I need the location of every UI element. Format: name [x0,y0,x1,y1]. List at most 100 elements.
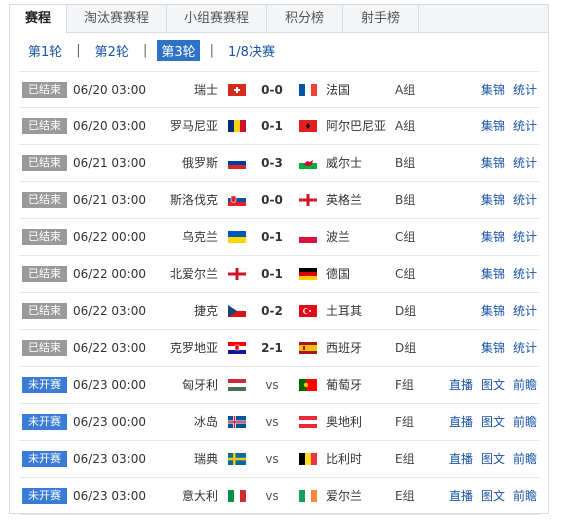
round-of-16-link[interactable]: 1/8决赛 [224,40,279,61]
group-label: D组 [395,304,417,318]
match-row: 已结束 06/22 00:00 北爱尔兰 0-1 德国 C组 集锦 统计 [19,256,539,293]
preview-link[interactable]: 前瞻 [513,489,537,503]
stats-link[interactable]: 统计 [513,341,537,355]
wales-flag-icon [299,157,317,169]
match-row: 未开赛 06/23 03:00 意大利 vs 爱尔兰 E组 直播 图文 前瞻 [19,478,539,515]
iceland-flag-icon [228,416,246,428]
match-score: 2-1 [261,341,283,355]
status-badge: 未开赛 [22,414,67,430]
match-row: 已结束 06/20 03:00 瑞士 0-0 法国 A组 集锦 统计 [19,71,539,108]
match-time: 06/23 03:00 [73,452,146,466]
match-links: 直播 图文 前瞻 [441,478,537,514]
text-live-link[interactable]: 图文 [481,452,505,466]
stats-link[interactable]: 统计 [513,193,537,207]
live-link[interactable]: 直播 [449,378,473,392]
highlights-link[interactable]: 集锦 [481,304,505,318]
round-selector: 第1轮 | 第2轮 | 第3轮 | 1/8决赛 [10,33,548,67]
italy-flag-icon [228,490,246,502]
group-label: A组 [395,119,416,133]
highlights-link[interactable]: 集锦 [481,267,505,281]
status-badge: 已结束 [22,303,67,319]
group-label: E组 [395,452,415,466]
round-1-link[interactable]: 第1轮 [24,40,66,61]
away-team: 英格兰 [326,193,363,207]
tab-bar: 赛程 淘汰赛赛程 小组赛赛程 积分榜 射手榜 [10,5,548,34]
status-badge: 已结束 [22,118,67,134]
round-2-link[interactable]: 第2轮 [91,40,133,61]
croatia-flag-icon [228,342,246,354]
match-links: 集锦 统计 [473,256,537,292]
group-label: F组 [395,415,414,429]
status-badge: 已结束 [22,229,67,245]
status-badge: 已结束 [22,340,67,356]
match-time: 06/23 03:00 [73,489,146,503]
stats-link[interactable]: 统计 [513,156,537,170]
stats-link[interactable]: 统计 [513,119,537,133]
text-live-link[interactable]: 图文 [481,489,505,503]
text-live-link[interactable]: 图文 [481,415,505,429]
match-links: 集锦 统计 [473,182,537,218]
switzerland-flag-icon [228,84,246,96]
stats-link[interactable]: 统计 [513,267,537,281]
match-score: vs [265,489,279,503]
home-team: 斯洛伐克 [169,193,218,207]
home-team: 冰岛 [193,415,218,429]
live-link[interactable]: 直播 [449,489,473,503]
russia-flag-icon [228,157,246,169]
highlights-link[interactable]: 集锦 [481,156,505,170]
away-team: 阿尔巴尼亚 [326,119,387,133]
match-links: 直播 图文 前瞻 [441,367,537,403]
highlights-link[interactable]: 集锦 [481,341,505,355]
preview-link[interactable]: 前瞻 [513,378,537,392]
round-separator: | [209,42,215,58]
tab-knockout-schedule[interactable]: 淘汰赛赛程 [67,5,167,33]
away-team: 奥地利 [326,415,363,429]
preview-link[interactable]: 前瞻 [513,452,537,466]
belgium-flag-icon [299,453,317,465]
albania-flag-icon [299,120,317,132]
match-time: 06/22 00:00 [73,267,146,281]
stats-link[interactable]: 统计 [513,230,537,244]
preview-link[interactable]: 前瞻 [513,415,537,429]
match-row: 已结束 06/22 03:00 克罗地亚 2-1 西班牙 D组 集锦 统计 [19,330,539,367]
text-live-link[interactable]: 图文 [481,378,505,392]
match-time: 06/22 03:00 [73,304,146,318]
away-team: 波兰 [326,230,351,244]
tab-group-schedule[interactable]: 小组赛赛程 [167,5,267,33]
status-badge: 未开赛 [22,451,67,467]
highlights-link[interactable]: 集锦 [481,83,505,97]
tab-top-scorers[interactable]: 射手榜 [343,5,419,33]
group-label: F组 [395,378,414,392]
away-team: 土耳其 [326,304,363,318]
highlights-link[interactable]: 集锦 [481,119,505,133]
match-row: 已结束 06/20 03:00 罗马尼亚 0-1 阿尔巴尼亚 A组 集锦 统计 [19,108,539,145]
home-team: 意大利 [181,489,218,503]
tab-standings[interactable]: 积分榜 [267,5,343,33]
home-team: 瑞典 [193,452,218,466]
round-3-link[interactable]: 第3轮 [157,39,200,61]
stats-link[interactable]: 统计 [513,83,537,97]
match-links: 集锦 统计 [473,219,537,255]
home-team: 俄罗斯 [181,156,218,170]
status-badge: 已结束 [22,82,67,98]
highlights-link[interactable]: 集锦 [481,193,505,207]
group-label: E组 [395,489,415,503]
match-list: 已结束 06/20 03:00 瑞士 0-0 法国 A组 集锦 统计 已结束 06/20 03:0… [19,71,539,515]
status-badge: 已结束 [22,155,67,171]
schedule-panel: 赛程 淘汰赛赛程 小组赛赛程 积分榜 射手榜 第1轮 | 第2轮 | 第3轮 |… [9,4,549,515]
tab-schedule[interactable]: 赛程 [10,5,67,34]
germany-flag-icon [299,268,317,280]
northern-ireland-flag-icon [228,268,246,280]
live-link[interactable]: 直播 [449,415,473,429]
match-score: 0-3 [261,156,283,170]
group-label: A组 [395,83,416,97]
live-link[interactable]: 直播 [449,452,473,466]
match-score: vs [265,452,279,466]
status-badge: 已结束 [22,266,67,282]
group-label: B组 [395,193,416,207]
match-row: 已结束 06/22 00:00 乌克兰 0-1 波兰 C组 集锦 统计 [19,219,539,256]
highlights-link[interactable]: 集锦 [481,230,505,244]
stats-link[interactable]: 统计 [513,304,537,318]
home-team: 匈牙利 [181,378,218,392]
match-row: 未开赛 06/23 03:00 瑞典 vs 比利时 E组 直播 图文 前瞻 [19,441,539,478]
